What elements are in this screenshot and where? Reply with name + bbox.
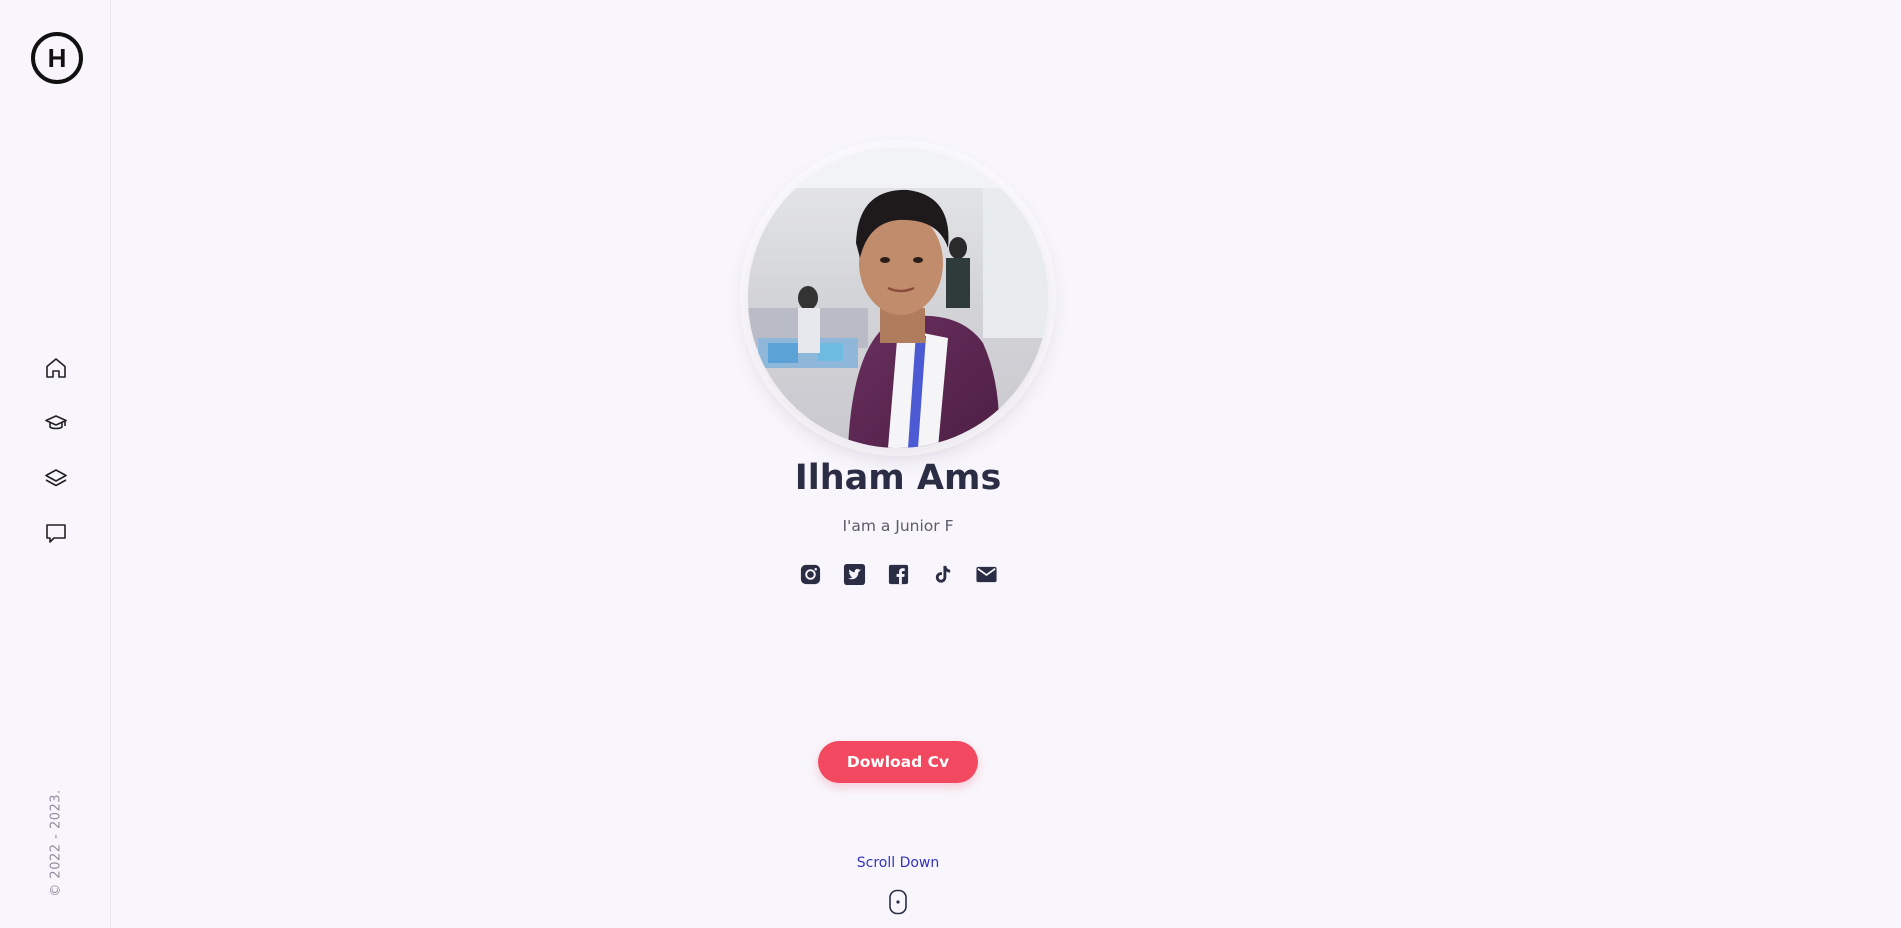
twitter-link[interactable] xyxy=(843,563,866,586)
facebook-link[interactable] xyxy=(887,563,910,586)
sidebar: H © 2022 - 2023. xyxy=(0,0,111,928)
scroll-down-link[interactable]: Scroll Down xyxy=(748,855,1048,871)
download-cv-button[interactable]: Dowload Cv xyxy=(818,741,978,783)
profile-photo-image xyxy=(748,148,1048,448)
sidebar-nav xyxy=(0,340,111,560)
copyright-text: © 2022 - 2023. xyxy=(48,789,64,897)
nav-item-education[interactable] xyxy=(0,395,111,450)
profile-tagline: I'am a Junior F xyxy=(842,517,954,535)
twitter-icon xyxy=(843,563,865,586)
instagram-icon xyxy=(800,564,820,585)
mouse-icon[interactable] xyxy=(888,889,908,915)
instagram-link[interactable] xyxy=(799,563,822,586)
logo[interactable]: H xyxy=(31,32,83,84)
logo-letter: H xyxy=(47,42,67,73)
tiktok-link[interactable] xyxy=(931,563,954,586)
home-icon xyxy=(45,357,66,378)
facebook-icon xyxy=(888,564,908,585)
email-link[interactable] xyxy=(975,563,998,586)
nav-item-contact[interactable] xyxy=(0,505,111,560)
profile-photo xyxy=(748,148,1048,448)
nav-item-portfolio[interactable] xyxy=(0,450,111,505)
email-icon xyxy=(975,566,997,583)
layers-icon xyxy=(44,468,67,486)
tiktok-icon xyxy=(935,565,950,583)
profile-name-wrap: Ilham Ams xyxy=(748,458,1048,498)
profile-name: Ilham Ams xyxy=(794,458,1002,498)
message-icon xyxy=(45,523,66,543)
graduation-cap-icon xyxy=(44,414,67,429)
social-links xyxy=(748,563,1048,586)
nav-item-home[interactable] xyxy=(0,340,111,395)
